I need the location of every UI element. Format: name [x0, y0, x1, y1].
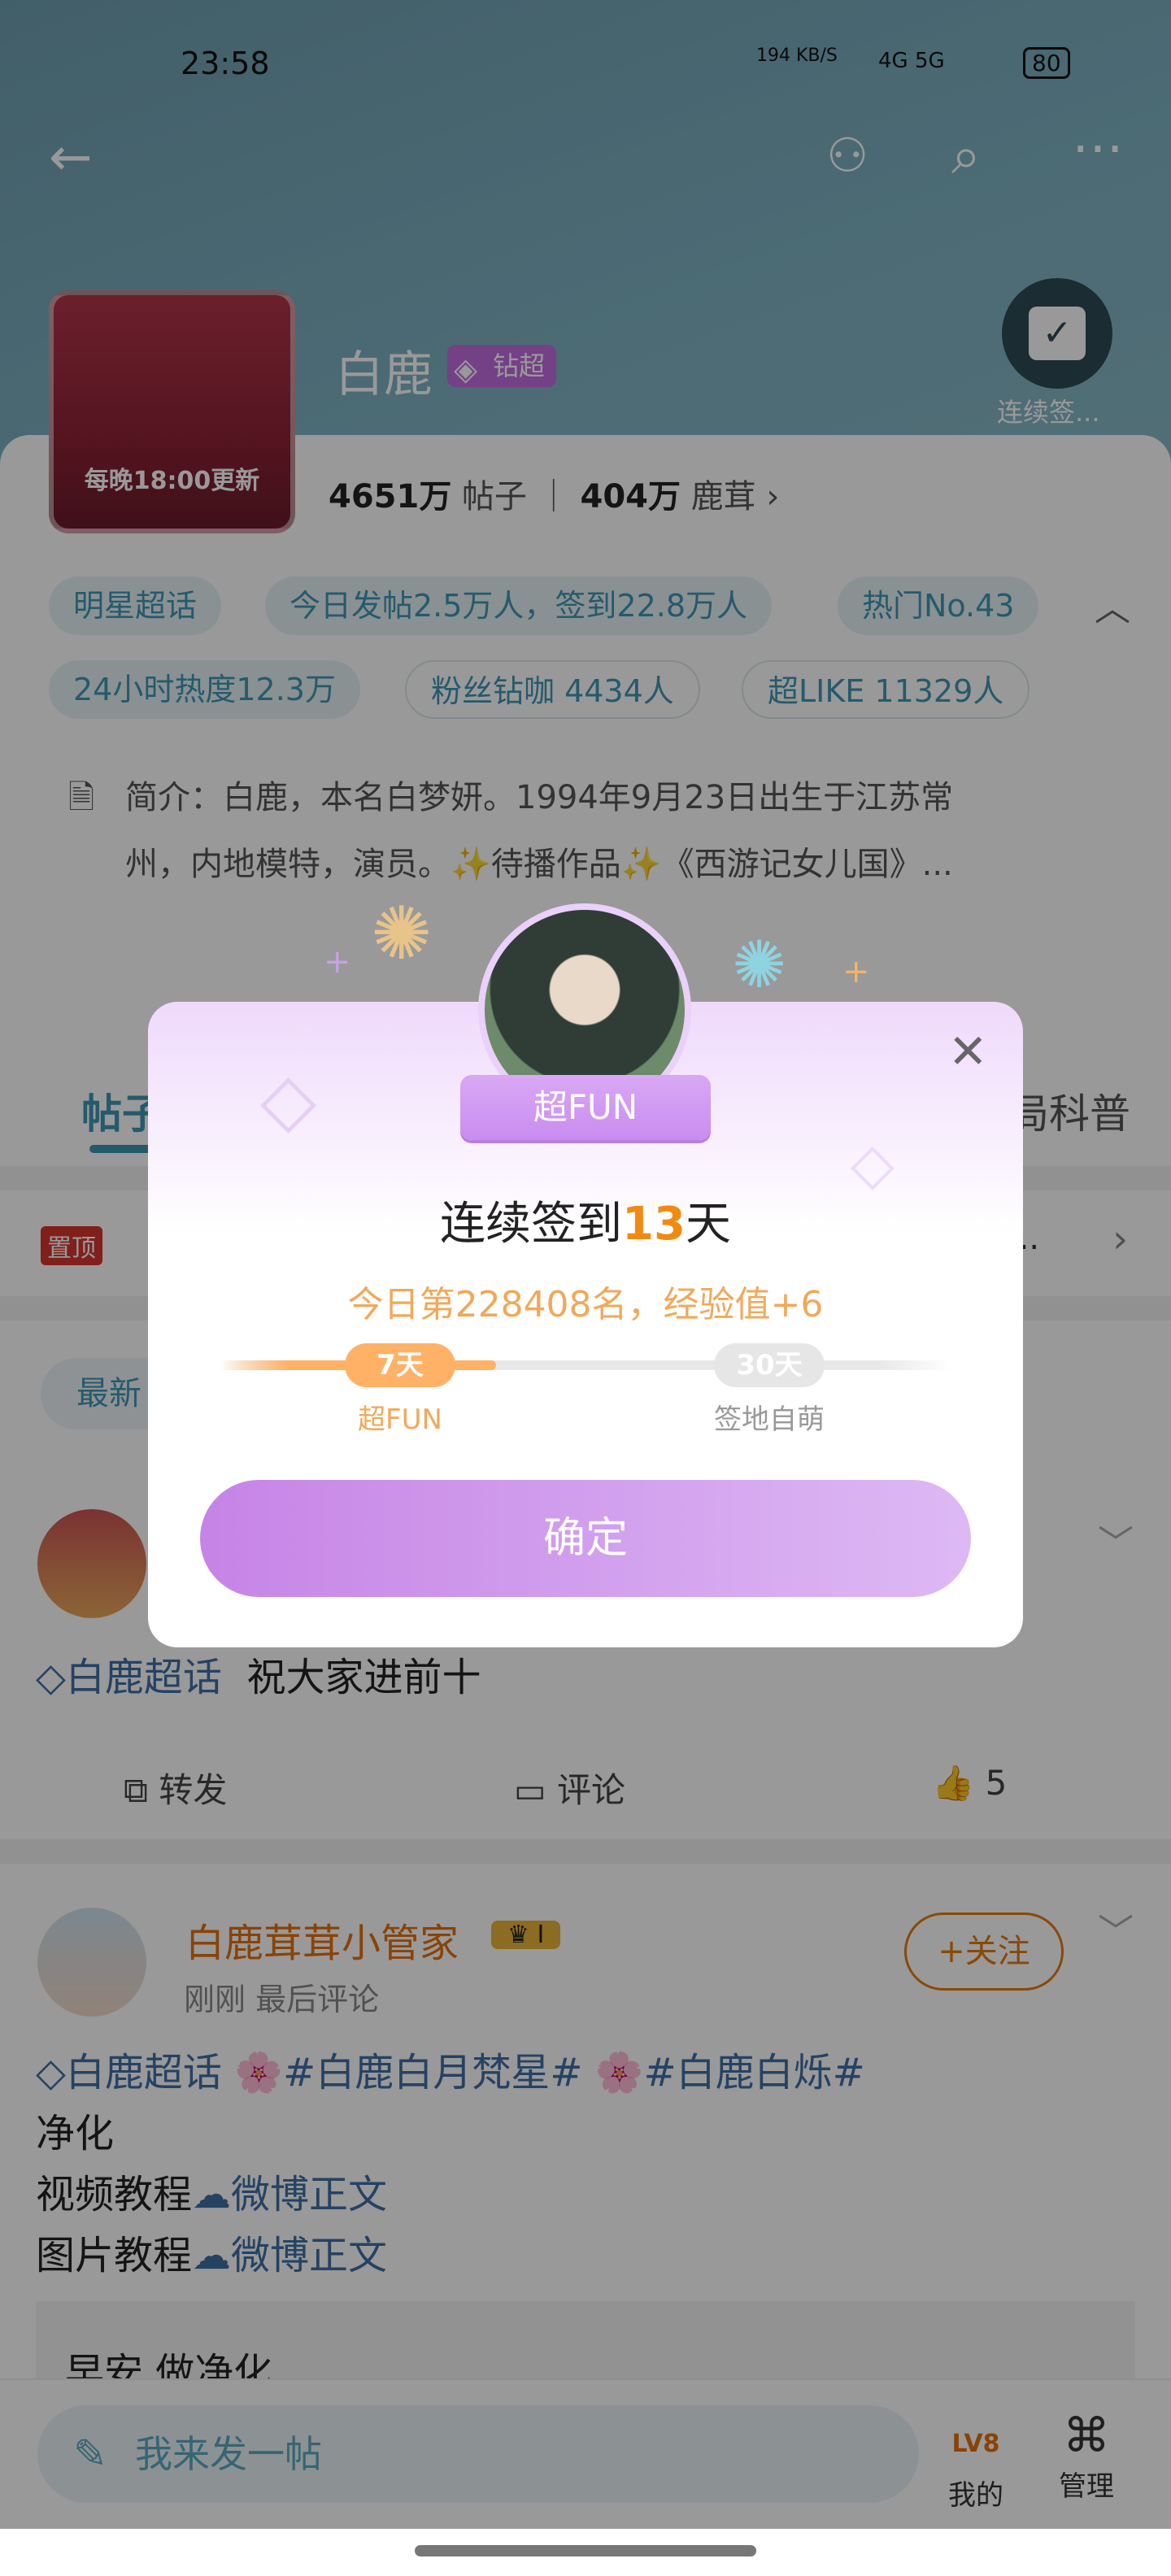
title-suffix: 天	[685, 1198, 731, 1251]
sparkle-icon: ✺	[371, 891, 433, 977]
checkin-days: 13	[622, 1198, 686, 1251]
sparkle-icon: ✺	[732, 927, 787, 1003]
home-indicator[interactable]	[415, 2545, 756, 2556]
diamond-icon: ◇	[260, 1057, 317, 1142]
modal-title: 连续签到13天	[148, 1187, 1023, 1253]
confirm-button[interactable]: 确定	[200, 1480, 971, 1597]
close-icon[interactable]: ✕	[948, 1028, 988, 1075]
modal-subtitle: 今日第228408名，经验值+6	[347, 1284, 824, 1325]
plus-icon: +	[842, 953, 870, 990]
plus-icon: +	[324, 943, 351, 981]
milestone-30-days: 30天	[714, 1343, 825, 1387]
milestone-label: 签地自萌	[714, 1403, 825, 1436]
milestone-7-days: 7天	[345, 1343, 455, 1387]
title-prefix: 连续签到	[440, 1198, 623, 1251]
milestone-label: 超FUN	[358, 1403, 442, 1436]
level-ribbon: 超FUN	[460, 1075, 711, 1140]
